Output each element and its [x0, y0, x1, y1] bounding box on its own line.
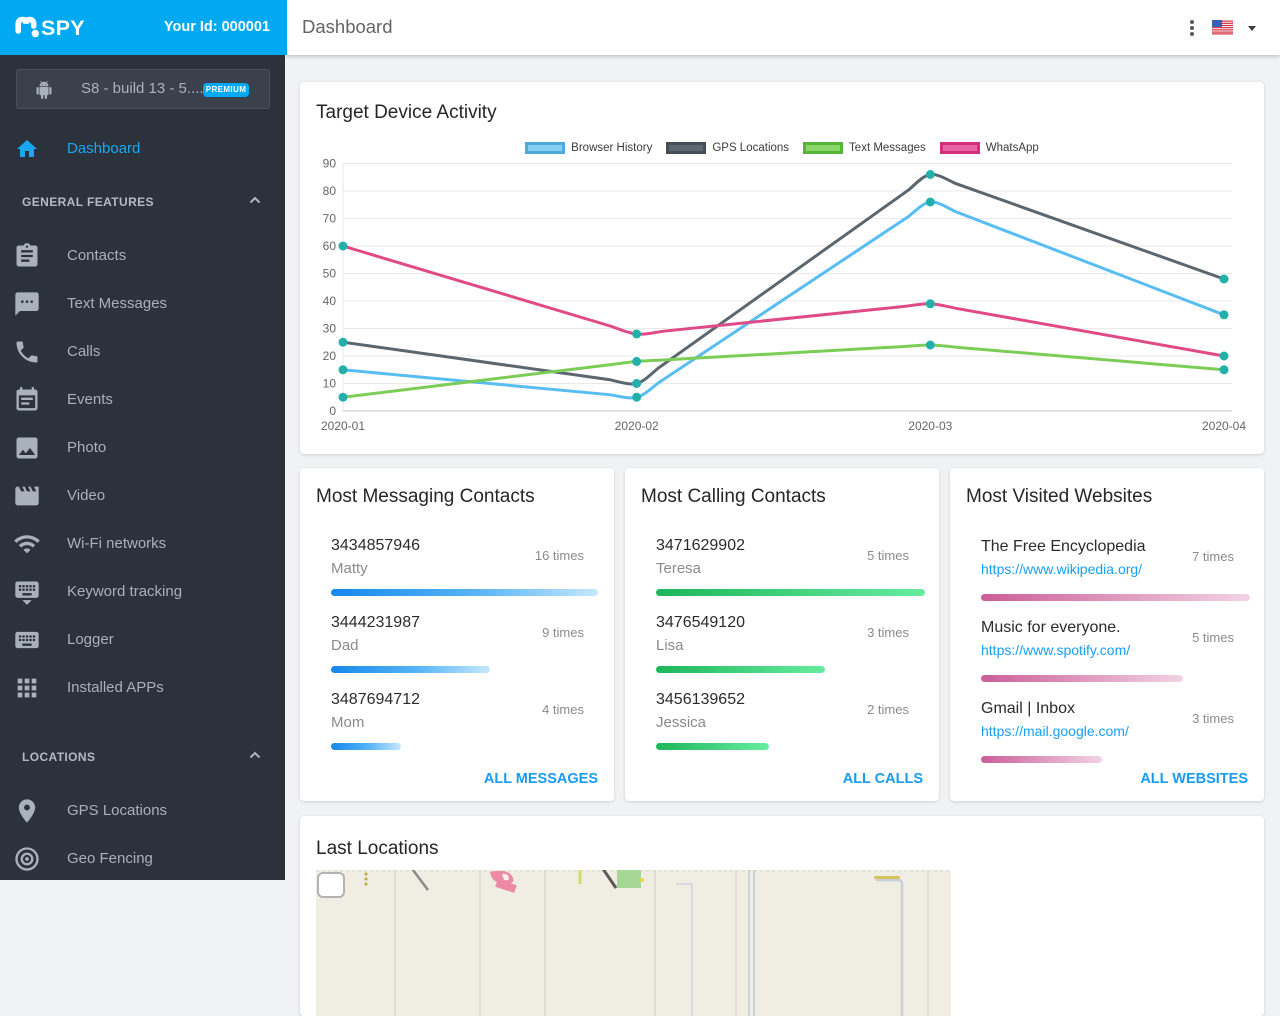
svg-text:2020-03: 2020-03 [908, 419, 952, 433]
svg-text:2020-01: 2020-01 [321, 419, 365, 433]
svg-text:50: 50 [323, 267, 337, 281]
svg-text:70: 70 [323, 212, 337, 226]
svg-text:0: 0 [329, 404, 336, 418]
svg-text:20: 20 [323, 349, 337, 363]
svg-text:60: 60 [323, 239, 337, 253]
svg-text:80: 80 [323, 184, 337, 198]
svg-text:30: 30 [323, 322, 337, 336]
svg-text:10: 10 [323, 377, 337, 391]
svg-text:90: 90 [323, 157, 337, 171]
svg-text:2020-04: 2020-04 [1202, 419, 1246, 433]
svg-text:2020-02: 2020-02 [615, 419, 659, 433]
svg-text:40: 40 [323, 294, 337, 308]
